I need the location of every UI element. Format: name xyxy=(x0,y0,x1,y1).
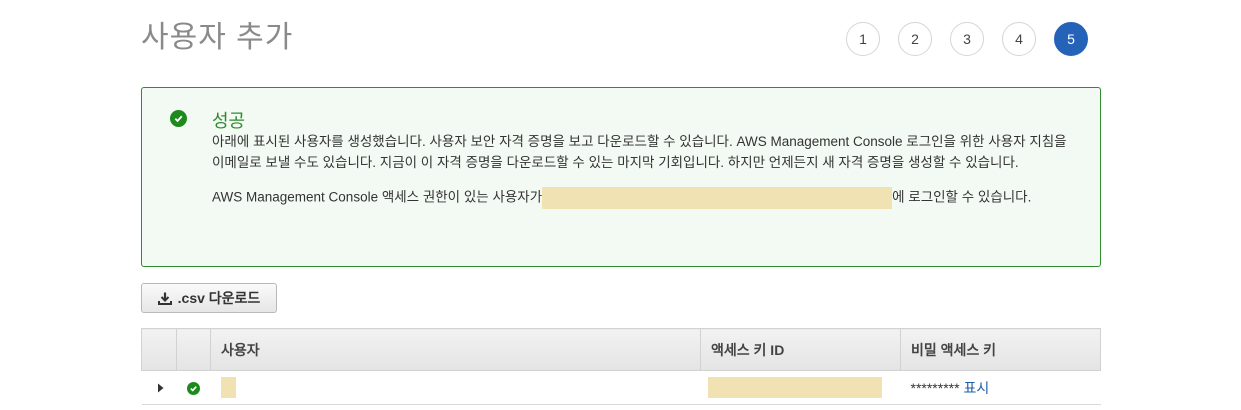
table-header-row: 사용자 액세스 키 ID 비밀 액세스 키 xyxy=(141,328,1101,371)
show-secret-link[interactable]: 표시 xyxy=(963,380,989,396)
download-csv-button[interactable]: .csv 다운로드 xyxy=(141,283,277,313)
step-2[interactable]: 2 xyxy=(898,22,932,56)
secret-key-column-header[interactable]: 비밀 액세스 키 xyxy=(900,328,1101,371)
access-key-column-header[interactable]: 액세스 키 ID xyxy=(700,328,901,371)
access-key-cell xyxy=(700,370,901,405)
step-5: 5 xyxy=(1054,22,1088,56)
step-3[interactable]: 3 xyxy=(950,22,984,56)
console-suffix: 에 로그인할 수 있습니다. xyxy=(892,189,1032,205)
expand-column-header xyxy=(141,328,177,371)
download-csv-label: .csv 다운로드 xyxy=(177,290,261,306)
users-table: 사용자 액세스 키 ID 비밀 액세스 키 ********* 표시 xyxy=(141,328,1101,405)
download-icon xyxy=(157,292,172,305)
alert-body: 아래에 표시된 사용자를 생성했습니다. 사용자 보안 자격 증명을 보고 다운… xyxy=(212,132,1082,209)
alert-message: 아래에 표시된 사용자를 생성했습니다. 사용자 보안 자격 증명을 보고 다운… xyxy=(212,134,1067,170)
user-name-cell xyxy=(210,370,701,405)
page-title: 사용자 추가 xyxy=(141,21,294,54)
alert-console-line: AWS Management Console 액세스 권한이 있는 사용자가 에 … xyxy=(212,187,1082,209)
status-column-header xyxy=(176,328,211,371)
redacted-user-name xyxy=(220,377,236,398)
redacted-access-key-id xyxy=(707,377,882,398)
console-prefix: AWS Management Console 액세스 권한이 있는 사용자가 xyxy=(212,189,543,205)
status-cell xyxy=(176,370,211,405)
step-4[interactable]: 4 xyxy=(1002,22,1036,56)
expand-cell[interactable] xyxy=(141,370,177,405)
caret-right-icon[interactable] xyxy=(157,383,165,393)
redacted-signin-url xyxy=(542,187,893,209)
success-check-icon xyxy=(186,381,200,395)
success-alert: 성공 아래에 표시된 사용자를 생성했습니다. 사용자 보안 자격 증명을 보고… xyxy=(141,87,1101,267)
wizard-steps: 1 2 3 4 5 xyxy=(846,22,1106,56)
secret-key-cell: ********* 표시 xyxy=(900,370,1101,405)
secret-key-mask: ********* xyxy=(910,379,960,396)
success-check-icon xyxy=(170,110,187,127)
user-column-header[interactable]: 사용자 xyxy=(210,328,701,371)
step-1[interactable]: 1 xyxy=(846,22,880,56)
alert-title: 성공 xyxy=(212,111,246,131)
table-row: ********* 표시 xyxy=(141,370,1101,405)
